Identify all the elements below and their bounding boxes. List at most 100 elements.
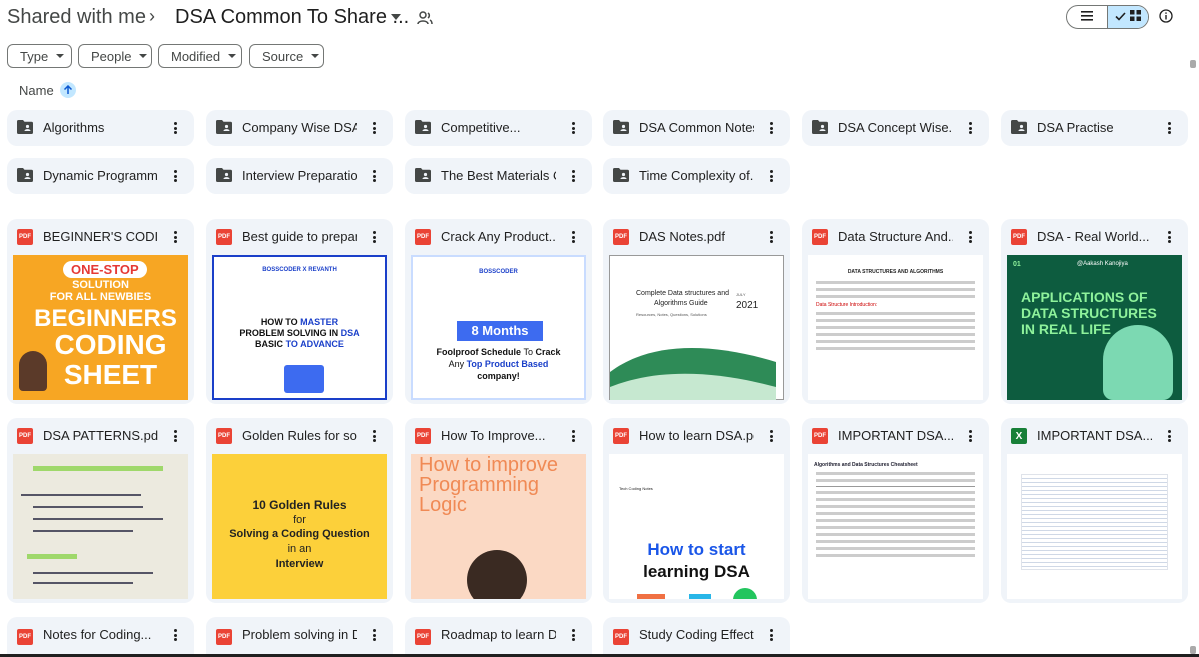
shared-folder-icon [415, 120, 431, 136]
filter-label: Type [20, 48, 49, 64]
more-actions-icon[interactable] [565, 120, 581, 136]
shared-folder-icon [17, 168, 33, 184]
file-card[interactable]: PDF Crack Any Product... BOSSCODER 8 Months… [405, 219, 592, 404]
thumb-text: 8 Months [457, 321, 543, 341]
thumb-text: Top Product Based [466, 359, 549, 369]
folder-name: DSA Common Notes [639, 120, 754, 135]
folder-name: Company Wise DSA... [242, 120, 357, 135]
file-name: How To Improve... [441, 428, 546, 443]
folder-card[interactable]: DSA Practise [1001, 110, 1188, 146]
shared-folder-icon [415, 168, 431, 184]
character-illustration [1103, 325, 1173, 400]
more-actions-icon[interactable] [167, 229, 183, 245]
folder-card[interactable]: DSA Common Notes [603, 110, 790, 146]
folder-card[interactable]: Time Complexity of... [603, 158, 790, 194]
scrollbar[interactable] [1190, 60, 1196, 654]
more-actions-icon[interactable] [763, 627, 779, 643]
file-card[interactable]: X IMPORTANT DSA... [1001, 418, 1188, 603]
more-actions-icon[interactable] [565, 168, 581, 184]
folder-card[interactable]: Dynamic Programming [7, 158, 194, 194]
folder-name: DSA Practise [1037, 120, 1114, 135]
folder-card[interactable]: Algorithms [7, 110, 194, 146]
file-card[interactable]: PDF BEGINNER'S CODING... ONE-STOPSOLUTIONF… [7, 219, 194, 404]
thumb-text: MASTER [300, 317, 339, 327]
folder-card[interactable]: Competitive... [405, 110, 592, 146]
breadcrumb-root[interactable]: Shared with me [7, 6, 146, 29]
file-card[interactable]: PDF How To Improve... How to improve Progra… [405, 418, 592, 603]
shared-people-icon[interactable] [416, 9, 434, 27]
filter-source[interactable]: Source [249, 44, 324, 68]
pdf-file-icon: PDF [812, 229, 828, 245]
breadcrumb-current[interactable]: DSA Common To Share ... [175, 6, 409, 29]
thumb-text: DSA [340, 328, 360, 338]
more-actions-icon[interactable] [167, 627, 183, 643]
file-card[interactable]: PDF DAS Notes.pdf Complete Data structures… [603, 219, 790, 404]
file-card[interactable]: PDF Notes for Coding... [7, 617, 194, 657]
more-actions-icon[interactable] [962, 428, 978, 444]
file-name: Study Coding Effective... [639, 627, 754, 642]
more-actions-icon[interactable] [366, 229, 382, 245]
file-card[interactable]: PDF IMPORTANT DSA... Algorithms and Data S… [802, 418, 989, 603]
more-actions-icon[interactable] [962, 229, 978, 245]
thumb-text: Logic [419, 494, 467, 516]
file-thumbnail [1007, 454, 1182, 599]
thumb-text: 10 Golden Rules [252, 498, 347, 512]
filter-modified[interactable]: Modified [158, 44, 242, 68]
folder-card[interactable]: DSA Concept Wise... [802, 110, 989, 146]
sort-name-label[interactable]: Name [19, 83, 54, 98]
thumb-text: BOSSCODER [479, 269, 518, 275]
more-actions-icon[interactable] [565, 428, 581, 444]
more-actions-icon[interactable] [366, 168, 382, 184]
folder-card[interactable]: Company Wise DSA... [206, 110, 393, 146]
more-actions-icon[interactable] [763, 229, 779, 245]
thumb-text: TO [285, 339, 298, 349]
thumb-text: 2021 [736, 300, 759, 311]
folder-card[interactable]: Interview Preparation [206, 158, 393, 194]
thumb-text: Algorithms and Data Structures Cheatshee… [814, 462, 918, 468]
more-actions-icon[interactable] [366, 627, 382, 643]
thumb-text: @Aakash Kanojiya [1077, 261, 1128, 267]
more-actions-icon[interactable] [167, 168, 183, 184]
more-actions-icon[interactable] [1161, 120, 1177, 136]
sort-ascending-button[interactable] [59, 82, 76, 98]
more-actions-icon[interactable] [1161, 229, 1177, 245]
thumb-text: Resources, Notes, Questions, Solutions [636, 312, 707, 317]
filter-type[interactable]: Type [7, 44, 72, 68]
file-card[interactable]: PDF Data Structure And... DATA STRUCTURES … [802, 219, 989, 404]
file-card[interactable]: PDF DSA PATTERNS.pdf [7, 418, 194, 603]
thumb-text: in an [287, 543, 312, 555]
pdf-file-icon: PDF [17, 629, 33, 645]
file-card[interactable]: PDF Problem solving in DS... [206, 617, 393, 657]
filter-people[interactable]: People [78, 44, 152, 68]
more-actions-icon[interactable] [565, 627, 581, 643]
more-actions-icon[interactable] [763, 168, 779, 184]
file-card[interactable]: PDF Roadmap to learn DSA... [405, 617, 592, 657]
file-card[interactable]: PDF Study Coding Effective... [603, 617, 790, 657]
thumb-text: IN REAL LIFE [1021, 321, 1111, 337]
more-actions-icon[interactable] [366, 428, 382, 444]
file-card[interactable]: PDF DSA - Real World... 01 @Aakash Kanojiya… [1001, 219, 1188, 404]
more-actions-icon[interactable] [1161, 428, 1177, 444]
more-actions-icon[interactable] [763, 428, 779, 444]
list-view-button[interactable] [1067, 6, 1107, 28]
more-actions-icon[interactable] [962, 120, 978, 136]
list-view-icon [1081, 8, 1093, 26]
more-actions-icon[interactable] [366, 120, 382, 136]
pdf-file-icon: PDF [613, 428, 629, 444]
more-actions-icon[interactable] [167, 120, 183, 136]
file-card[interactable]: PDF Golden Rules for solvin... 10 Golden R… [206, 418, 393, 603]
folder-menu-dropdown-icon[interactable] [390, 11, 402, 23]
thumb-text: company! [477, 371, 520, 381]
thumb-text: CODING [54, 329, 167, 360]
more-actions-icon[interactable] [565, 229, 581, 245]
shared-folder-icon [216, 120, 232, 136]
file-card[interactable]: PDF Best guide to prepare... BOSSCODER X R… [206, 219, 393, 404]
folder-card[interactable]: The Best Materials On... [405, 158, 592, 194]
grid-view-button[interactable] [1107, 6, 1148, 28]
more-actions-icon[interactable] [167, 428, 183, 444]
thumb-text: BOSSCODER [262, 267, 301, 273]
more-actions-icon[interactable] [763, 120, 779, 136]
file-card[interactable]: PDF How to learn DSA.pdf Tech Coding Notes… [603, 418, 790, 603]
info-icon[interactable] [1158, 8, 1174, 24]
file-name: DSA PATTERNS.pdf [43, 428, 158, 443]
